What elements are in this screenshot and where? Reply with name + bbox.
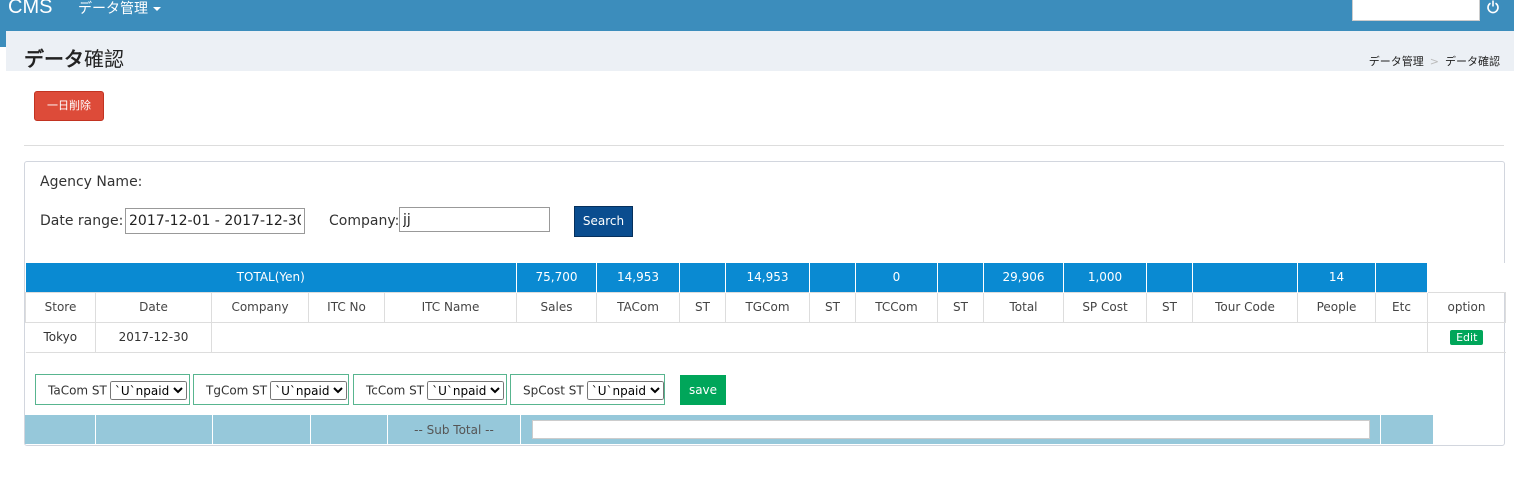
cell-store: Tokyo: [25, 322, 96, 353]
tccom-status-select[interactable]: `U`npaid: [427, 381, 505, 400]
nav-menu-data-management[interactable]: データ管理: [78, 0, 161, 18]
page-title-rest: 確認: [84, 47, 124, 71]
agency-name-label: Agency Name:: [40, 174, 143, 190]
col-tg-st[interactable]: ST: [809, 291, 856, 323]
total-tccom: 0: [855, 263, 938, 292]
total-etc: [1375, 263, 1428, 292]
total-tgcom: 14,953: [725, 263, 810, 292]
subtotal-table: -- Sub Total --: [25, 415, 1434, 444]
tacom-status-select[interactable]: `U`npaid: [109, 381, 187, 400]
subtotal-cell: [310, 415, 388, 444]
edit-button[interactable]: Edit: [1450, 329, 1484, 345]
cell-option: Edit: [1427, 322, 1506, 353]
total-sales: 75,700: [516, 263, 597, 292]
tgcom-status-select[interactable]: `U`npaid: [270, 381, 348, 400]
breadcrumb-item-data-management[interactable]: データ管理: [1369, 55, 1424, 68]
subtotal-label: -- Sub Total --: [387, 415, 521, 444]
col-tgcom[interactable]: TGCom: [725, 291, 810, 323]
page-title: データ確認: [24, 43, 124, 72]
col-itc-no[interactable]: ITC No: [308, 291, 385, 323]
save-button[interactable]: save: [680, 375, 726, 405]
col-sales[interactable]: Sales: [516, 291, 597, 323]
total-tacom: 14,953: [596, 263, 680, 292]
total-option-blank: [1427, 263, 1506, 292]
subtotal-cell: [25, 415, 96, 444]
col-ta-st[interactable]: ST: [679, 291, 726, 323]
col-option: option: [1427, 291, 1506, 323]
spcost-status-group: SpCost ST `U`npaid: [510, 374, 665, 405]
content-header: [6, 31, 1514, 71]
top-navbar: CMS データ管理: [0, 0, 1514, 31]
total-sp-st: [1146, 263, 1193, 292]
power-icon[interactable]: [1486, 0, 1500, 14]
col-itc-name[interactable]: ITC Name: [384, 291, 517, 323]
col-tccom[interactable]: TCCom: [855, 291, 938, 323]
col-tour-code[interactable]: Tour Code: [1192, 291, 1298, 323]
subtotal-cell: [95, 415, 213, 444]
total-tg-st: [809, 263, 856, 292]
cell-empty: [211, 322, 1428, 353]
spcost-status-label: SpCost ST: [523, 383, 584, 398]
tgcom-status-label: TgCom ST: [206, 383, 268, 398]
total-spcost: 1,000: [1063, 263, 1147, 292]
subtotal-row: -- Sub Total --: [25, 415, 1434, 444]
tgcom-status-group: TgCom ST `U`npaid: [193, 374, 349, 405]
tccom-status-group: TcCom ST `U`npaid: [353, 374, 507, 405]
date-range-label: Date range:: [40, 213, 124, 229]
total-total: 29,906: [983, 263, 1064, 292]
search-button[interactable]: Search: [574, 206, 633, 237]
company-label: Company:: [329, 213, 400, 229]
tccom-status-label: TcCom ST: [366, 383, 425, 398]
col-sp-st[interactable]: ST: [1146, 291, 1193, 323]
col-people[interactable]: People: [1297, 291, 1376, 323]
brand-logo[interactable]: CMS: [8, 0, 52, 19]
total-tc-st: [937, 263, 984, 292]
cell-date: 2017-12-30: [95, 322, 212, 353]
header-row: Store Date Company ITC No ITC Name Sales…: [25, 291, 1506, 323]
subtotal-cell: [1380, 415, 1434, 444]
col-date[interactable]: Date: [95, 291, 212, 323]
col-company[interactable]: Company: [211, 291, 309, 323]
subtotal-input[interactable]: [531, 420, 1370, 439]
actions-box: [24, 84, 1504, 146]
total-people: 14: [1297, 263, 1376, 292]
col-tacom[interactable]: TACom: [596, 291, 680, 323]
date-range-input[interactable]: [125, 208, 305, 234]
table-row: Tokyo 2017-12-30 Edit: [25, 322, 1506, 353]
breadcrumb: データ管理 > データ確認: [1369, 53, 1500, 69]
data-table: TOTAL(Yen) 75,700 14,953 14,953 0 29,906…: [25, 263, 1506, 353]
delete-day-button[interactable]: 一日削除: [34, 91, 104, 121]
col-tc-st[interactable]: ST: [937, 291, 984, 323]
col-store[interactable]: Store: [25, 291, 96, 323]
company-input[interactable]: [399, 207, 550, 232]
breadcrumb-separator-icon: >: [1429, 55, 1439, 68]
breadcrumb-item-data-confirm: データ確認: [1445, 55, 1500, 68]
total-ta-st: [679, 263, 726, 292]
col-etc[interactable]: Etc: [1375, 291, 1428, 323]
subtotal-input-cell: [520, 415, 1381, 444]
subtotal-cell: [212, 415, 311, 444]
total-row: TOTAL(Yen) 75,700 14,953 14,953 0 29,906…: [25, 263, 1506, 292]
col-total[interactable]: Total: [983, 291, 1064, 323]
total-label: TOTAL(Yen): [25, 263, 517, 292]
nav-menu-label: データ管理: [78, 1, 148, 17]
total-tour-code: [1192, 263, 1298, 292]
navbar-search-box[interactable]: [1352, 0, 1480, 21]
page-title-bold: データ: [24, 47, 84, 71]
spcost-status-select[interactable]: `U`npaid: [586, 381, 664, 400]
caret-down-icon: [153, 7, 161, 11]
tacom-status-label: TaCom ST: [48, 383, 107, 398]
col-sp-cost[interactable]: SP Cost: [1063, 291, 1147, 323]
tacom-status-group: TaCom ST `U`npaid: [35, 374, 190, 405]
